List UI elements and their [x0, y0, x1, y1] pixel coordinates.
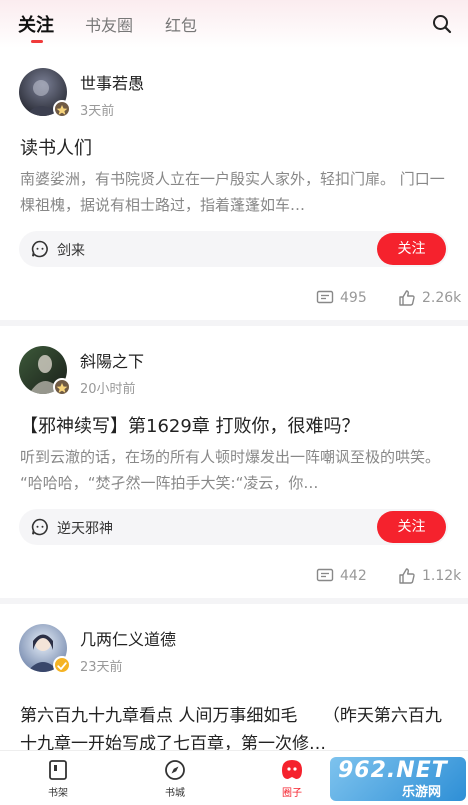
- compass-icon: [165, 760, 185, 780]
- thumbs-up-icon: [399, 290, 415, 306]
- watermark-subtext: 乐游网: [402, 785, 442, 800]
- feed-list: 世事若愚 3天前 读书人们 南婆娑洲，有书院贤人立在一户殷实人家外，轻扣门扉。 …: [0, 48, 468, 774]
- nav-label: 书城: [165, 788, 185, 799]
- circle-name: 剑来: [57, 243, 85, 259]
- level-badge-icon: [53, 378, 71, 396]
- follow-button[interactable]: 关注: [377, 233, 446, 265]
- post-excerpt[interactable]: 南婆娑洲，有书院贤人立在一户殷实人家外，轻扣门扉。 门口一棵祖槐，据说有相士路过…: [20, 166, 448, 218]
- post-title[interactable]: 【邪神续写】第1629章 打败你，很难吗？: [20, 412, 450, 438]
- circle-mascot-icon: [282, 760, 302, 779]
- nav-bookstore[interactable]: 书城: [145, 759, 205, 799]
- like-count-value: 1.12k: [422, 568, 462, 584]
- comment-count-value: 495: [340, 290, 367, 306]
- feed-post[interactable]: 几两仁义道德 23天前 第六百九十九章看点 人间万事细如毛 （昨天第六百九十九章…: [0, 604, 468, 774]
- comment-icon: [316, 290, 334, 304]
- feed-post[interactable]: 世事若愚 3天前 读书人们 南婆娑洲，有书院贤人立在一户殷实人家外，轻扣门扉。 …: [0, 48, 468, 320]
- post-excerpt[interactable]: 听到云澈的话，在场的所有人顿时爆发出一阵嘲讽至极的哄笑。 “哈哈哈，“焚孑然一阵…: [20, 444, 448, 496]
- follow-button[interactable]: 关注: [377, 511, 446, 543]
- comment-icon: [316, 568, 334, 582]
- post-time: 20小时前: [80, 382, 136, 397]
- thumbs-up-icon: [399, 568, 415, 584]
- feed-post[interactable]: 斜陽之下 20小时前 【邪神续写】第1629章 打败你，很难吗？ 听到云澈的话，…: [0, 326, 468, 598]
- like-count-value: 2.26k: [422, 290, 462, 306]
- tab-red-packet[interactable]: 红包: [165, 12, 197, 36]
- verified-badge-icon: [53, 656, 71, 674]
- search-icon[interactable]: [432, 14, 452, 34]
- tab-book-friends[interactable]: 书友圈: [85, 12, 133, 36]
- post-author[interactable]: 斜陽之下: [80, 348, 144, 372]
- nav-bookshelf[interactable]: 书架: [28, 759, 88, 799]
- comment-count-value: 442: [340, 568, 367, 584]
- circle-tag[interactable]: 逆天邪神 关注: [19, 509, 448, 545]
- watermark-logo-text: 962.NET: [338, 758, 448, 783]
- post-time: 3天前: [80, 104, 115, 119]
- site-watermark: 962.NET 乐游网: [330, 757, 466, 801]
- nav-label: 书架: [48, 788, 68, 799]
- nav-label: 圈子: [282, 788, 302, 799]
- chat-bubble-icon: [31, 240, 48, 258]
- post-title[interactable]: 读书人们: [20, 134, 450, 160]
- post-author[interactable]: 几两仁义道德: [80, 626, 176, 650]
- circle-tag[interactable]: 剑来 关注: [19, 231, 448, 267]
- circle-name: 逆天邪神: [57, 521, 113, 537]
- post-time: 23天前: [80, 660, 123, 675]
- chat-bubble-icon: [31, 518, 48, 536]
- tab-following[interactable]: 关注: [18, 11, 54, 37]
- nav-circle[interactable]: 圈子: [262, 759, 322, 799]
- post-author[interactable]: 世事若愚: [80, 70, 144, 94]
- top-tab-bar: 关注 书友圈 红包: [0, 0, 468, 48]
- active-tab-indicator: [31, 40, 43, 43]
- bookshelf-icon: [49, 760, 67, 780]
- level-badge-icon: [53, 100, 71, 118]
